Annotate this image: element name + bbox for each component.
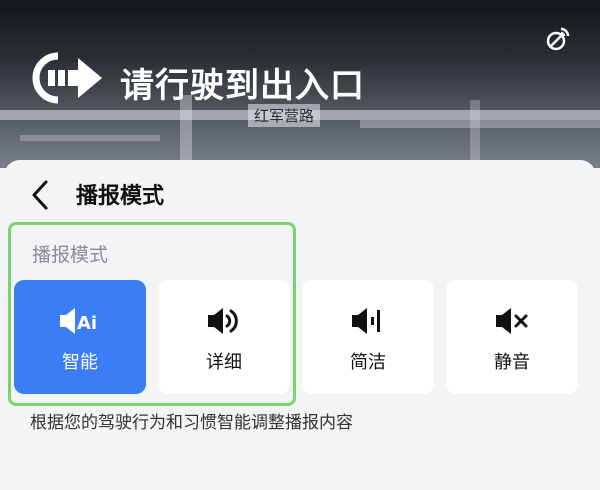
back-button[interactable] <box>26 178 56 212</box>
mode-label: 智能 <box>62 352 98 373</box>
mode-option-mute[interactable]: 静音 <box>446 280 578 394</box>
svg-text:Ai: Ai <box>77 313 97 334</box>
mode-description: 根据您的驾驶行为和习惯智能调整播报内容 <box>30 413 353 433</box>
speaker-mute-icon <box>496 308 528 334</box>
road-name-label: 红军营路 <box>248 104 321 127</box>
speaker-ai-icon: Ai <box>60 308 97 334</box>
section-label: 播报模式 <box>32 244 109 266</box>
mode-option-detailed[interactable]: 详细 <box>158 280 290 394</box>
navigation-banner: 请行驶到出入口 红军营路 <box>0 0 600 168</box>
map-road <box>470 100 480 168</box>
mode-label: 静音 <box>494 352 530 373</box>
gps-signal-icon <box>546 27 570 51</box>
speaker-concise-icon <box>352 308 380 334</box>
map-road <box>360 120 600 128</box>
speaker-full-icon <box>208 308 238 334</box>
mode-label: 简洁 <box>350 352 386 373</box>
mode-option-concise[interactable]: 简洁 <box>302 280 434 394</box>
page-title: 播报模式 <box>76 184 165 209</box>
mode-label: 详细 <box>206 352 242 373</box>
navigation-instruction: 请行驶到出入口 <box>120 66 365 106</box>
mode-option-smart[interactable]: Ai 智能 <box>14 280 146 394</box>
exit-turn-icon <box>32 52 102 104</box>
map-road <box>20 135 160 141</box>
